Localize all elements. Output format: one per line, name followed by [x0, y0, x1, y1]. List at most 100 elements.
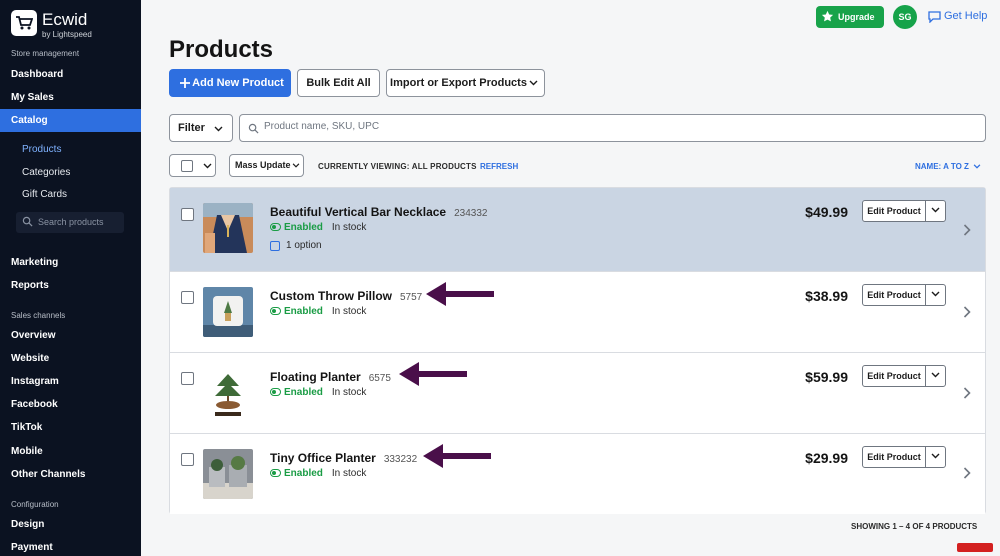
add-new-product-button[interactable]: Add New Product — [169, 69, 291, 97]
product-thumbnail[interactable] — [203, 449, 253, 499]
sidebar-item-marketing[interactable]: Marketing — [0, 251, 141, 274]
product-row[interactable]: Floating Planter 6575 Enabled In stock $59… — [170, 353, 985, 434]
sidebar-item-dashboard[interactable]: Dashboard — [0, 63, 141, 86]
chevron-down-icon[interactable] — [931, 372, 940, 378]
bulk-edit-all-button[interactable]: Bulk Edit All — [297, 69, 380, 97]
sidebar-subitem-categories[interactable]: Categories — [0, 162, 141, 184]
sidebar-item-my-sales[interactable]: My Sales — [0, 86, 141, 109]
sidebar-item-reports[interactable]: Reports — [0, 274, 141, 297]
chevron-right-icon[interactable] — [963, 467, 971, 479]
options-count: 1 option — [286, 240, 322, 251]
row-checkbox[interactable] — [181, 208, 194, 221]
product-thumbnail[interactable] — [203, 203, 253, 253]
edit-product-button[interactable]: Edit Product — [863, 366, 926, 386]
edit-product-button[interactable]: Edit Product — [863, 447, 926, 467]
chevron-right-icon[interactable] — [963, 224, 971, 236]
upgrade-button[interactable]: Upgrade — [816, 6, 884, 28]
toggle-on-icon — [270, 307, 281, 315]
product-name[interactable]: Tiny Office Planter 333232 — [270, 451, 417, 465]
section-sales-channels: Sales channels — [11, 311, 66, 320]
edit-product-button[interactable]: Edit Product — [863, 285, 926, 305]
stock-status: In stock — [331, 222, 367, 233]
product-options[interactable]: 1 option — [270, 240, 322, 251]
chevron-down-icon[interactable] — [931, 291, 940, 297]
sidebar-subitem-gift-cards[interactable]: Gift Cards — [0, 184, 141, 206]
copy-icon — [270, 241, 280, 251]
toggle-on-icon — [270, 223, 281, 231]
product-status: Enabled In stock — [270, 468, 366, 479]
select-all-dropdown[interactable] — [169, 154, 216, 177]
ecwid-logo[interactable]: Ecwid by Lightspeed — [11, 10, 141, 40]
product-status: Enabled In stock — [270, 222, 366, 233]
row-checkbox[interactable] — [181, 453, 194, 466]
product-sku: 6575 — [368, 373, 391, 384]
edit-product-button-group[interactable]: Edit Product — [862, 200, 946, 222]
mass-update-label: Mass Update — [235, 160, 291, 170]
chevron-down-icon[interactable] — [931, 453, 940, 459]
edit-product-button-group[interactable]: Edit Product — [862, 284, 946, 306]
sidebar-item-tiktok[interactable]: TikTok — [0, 416, 141, 439]
annotation-arrow-icon — [423, 444, 491, 468]
filter-button[interactable]: Filter — [169, 114, 233, 142]
row-checkbox[interactable] — [181, 291, 194, 304]
chat-icon — [928, 11, 941, 23]
stock-status: In stock — [331, 468, 367, 479]
product-name[interactable]: Custom Throw Pillow 5757 — [270, 289, 422, 303]
chevron-right-icon[interactable] — [963, 306, 971, 318]
page-title: Products — [169, 36, 274, 63]
import-export-button[interactable]: Import or Export Products — [386, 69, 545, 97]
chevron-down-icon — [529, 80, 538, 86]
import-export-label: Import or Export Products — [390, 77, 527, 89]
sidebar-item-catalog[interactable]: Catalog — [0, 109, 141, 132]
chevron-down-icon — [203, 163, 212, 169]
sort-dropdown[interactable]: NAME: A TO Z — [915, 162, 981, 171]
search-icon — [22, 216, 33, 227]
product-name-text: Beautiful Vertical Bar Necklace — [270, 205, 447, 219]
edit-product-button-group[interactable]: Edit Product — [862, 446, 946, 468]
annotation-arrow-icon — [399, 362, 467, 386]
avatar[interactable]: SG — [893, 5, 917, 29]
row-checkbox[interactable] — [181, 372, 194, 385]
product-row[interactable]: Tiny Office Planter 333232 Enabled In stoc… — [170, 434, 985, 514]
mass-update-button[interactable]: Mass Update — [229, 154, 304, 177]
sidebar-item-instagram[interactable]: Instagram — [0, 370, 141, 393]
star-icon — [821, 10, 834, 22]
product-thumbnail[interactable] — [203, 287, 253, 337]
sidebar-item-design[interactable]: Design — [0, 513, 141, 536]
product-price: $29.99 — [805, 450, 848, 466]
get-help-link[interactable]: Get Help — [928, 10, 987, 23]
sidebar-item-website[interactable]: Website — [0, 347, 141, 370]
product-sku: 234332 — [454, 208, 488, 219]
product-price: $49.99 — [805, 204, 848, 220]
product-thumbnail[interactable] — [203, 368, 253, 418]
section-store-management: Store management — [11, 49, 80, 58]
sidebar-item-mobile[interactable]: Mobile — [0, 440, 141, 463]
sort-label: NAME: A TO Z — [915, 162, 969, 171]
product-status: Enabled In stock — [270, 387, 366, 398]
product-name[interactable]: Floating Planter 6575 — [270, 370, 391, 384]
sidebar-search[interactable]: Search products — [16, 212, 124, 233]
sidebar-item-payment[interactable]: Payment — [0, 536, 141, 556]
sidebar-item-other-channels[interactable]: Other Channels — [0, 463, 141, 486]
sidebar: Ecwid by Lightspeed Store management Das… — [0, 0, 141, 556]
edit-product-button-group[interactable]: Edit Product — [862, 365, 946, 387]
product-search[interactable] — [239, 114, 986, 142]
sidebar-subitem-products[interactable]: Products — [0, 139, 141, 161]
edit-product-button[interactable]: Edit Product — [863, 201, 926, 221]
product-row[interactable]: Beautiful Vertical Bar Necklace 234332 En… — [170, 188, 985, 272]
chevron-down-icon — [973, 164, 981, 169]
product-name-text: Tiny Office Planter — [270, 451, 376, 465]
product-search-input[interactable] — [264, 121, 964, 132]
product-name[interactable]: Beautiful Vertical Bar Necklace 234332 — [270, 205, 487, 219]
chevron-right-icon[interactable] — [963, 387, 971, 399]
stock-status: In stock — [331, 387, 367, 398]
select-all-checkbox[interactable] — [181, 160, 193, 172]
sidebar-item-overview[interactable]: Overview — [0, 324, 141, 347]
refresh-link[interactable]: REFRESH — [480, 162, 518, 171]
toggle-on-icon — [270, 469, 281, 477]
brand-name: Ecwid — [42, 10, 88, 29]
stock-status: In stock — [331, 306, 367, 317]
chevron-down-icon[interactable] — [931, 207, 940, 213]
sidebar-item-facebook[interactable]: Facebook — [0, 393, 141, 416]
product-row[interactable]: Custom Throw Pillow 5757 Enabled In stock … — [170, 272, 985, 353]
